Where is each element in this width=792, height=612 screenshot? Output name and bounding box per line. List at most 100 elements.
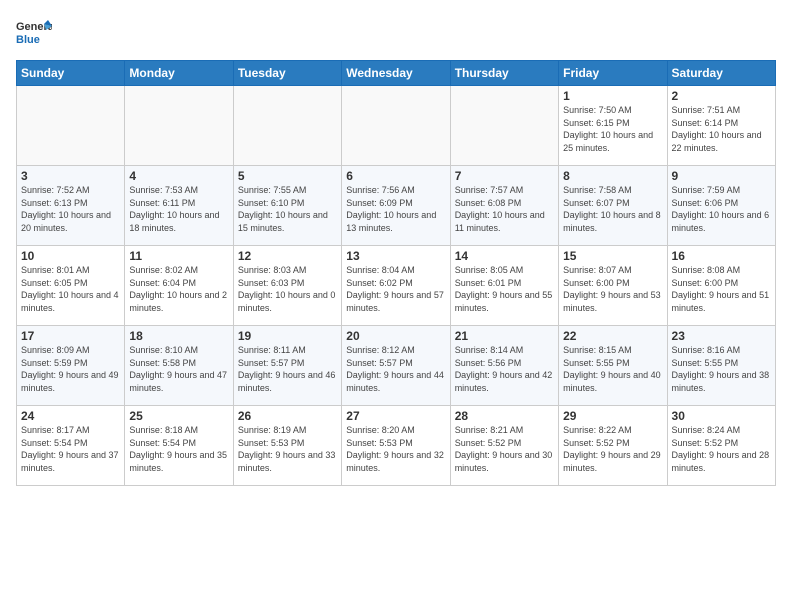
day-info: Sunrise: 8:08 AMSunset: 6:00 PMDaylight:… <box>672 264 771 314</box>
calendar-week-2: 3Sunrise: 7:52 AMSunset: 6:13 PMDaylight… <box>17 166 776 246</box>
calendar-day-cell: 1Sunrise: 7:50 AMSunset: 6:15 PMDaylight… <box>559 86 667 166</box>
calendar-day-cell: 18Sunrise: 8:10 AMSunset: 5:58 PMDayligh… <box>125 326 233 406</box>
day-info: Sunrise: 8:24 AMSunset: 5:52 PMDaylight:… <box>672 424 771 474</box>
calendar-week-3: 10Sunrise: 8:01 AMSunset: 6:05 PMDayligh… <box>17 246 776 326</box>
day-info: Sunrise: 8:20 AMSunset: 5:53 PMDaylight:… <box>346 424 445 474</box>
calendar-day-cell <box>125 86 233 166</box>
day-info: Sunrise: 8:11 AMSunset: 5:57 PMDaylight:… <box>238 344 337 394</box>
calendar-day-cell: 19Sunrise: 8:11 AMSunset: 5:57 PMDayligh… <box>233 326 341 406</box>
calendar-day-cell: 12Sunrise: 8:03 AMSunset: 6:03 PMDayligh… <box>233 246 341 326</box>
day-number: 4 <box>129 169 228 183</box>
day-number: 8 <box>563 169 662 183</box>
calendar-day-cell: 17Sunrise: 8:09 AMSunset: 5:59 PMDayligh… <box>17 326 125 406</box>
calendar-day-cell: 21Sunrise: 8:14 AMSunset: 5:56 PMDayligh… <box>450 326 558 406</box>
day-info: Sunrise: 7:53 AMSunset: 6:11 PMDaylight:… <box>129 184 228 234</box>
calendar-week-4: 17Sunrise: 8:09 AMSunset: 5:59 PMDayligh… <box>17 326 776 406</box>
day-info: Sunrise: 7:55 AMSunset: 6:10 PMDaylight:… <box>238 184 337 234</box>
day-info: Sunrise: 7:51 AMSunset: 6:14 PMDaylight:… <box>672 104 771 154</box>
calendar-day-cell <box>17 86 125 166</box>
calendar-day-cell: 8Sunrise: 7:58 AMSunset: 6:07 PMDaylight… <box>559 166 667 246</box>
day-number: 5 <box>238 169 337 183</box>
calendar-week-1: 1Sunrise: 7:50 AMSunset: 6:15 PMDaylight… <box>17 86 776 166</box>
weekday-header-sunday: Sunday <box>17 61 125 86</box>
day-info: Sunrise: 8:18 AMSunset: 5:54 PMDaylight:… <box>129 424 228 474</box>
day-info: Sunrise: 8:12 AMSunset: 5:57 PMDaylight:… <box>346 344 445 394</box>
day-number: 2 <box>672 89 771 103</box>
weekday-header-thursday: Thursday <box>450 61 558 86</box>
calendar-day-cell: 23Sunrise: 8:16 AMSunset: 5:55 PMDayligh… <box>667 326 775 406</box>
calendar-day-cell <box>233 86 341 166</box>
day-number: 20 <box>346 329 445 343</box>
day-info: Sunrise: 8:07 AMSunset: 6:00 PMDaylight:… <box>563 264 662 314</box>
calendar-day-cell <box>450 86 558 166</box>
calendar-day-cell: 27Sunrise: 8:20 AMSunset: 5:53 PMDayligh… <box>342 406 450 486</box>
weekday-header-tuesday: Tuesday <box>233 61 341 86</box>
calendar-day-cell: 5Sunrise: 7:55 AMSunset: 6:10 PMDaylight… <box>233 166 341 246</box>
calendar-day-cell: 16Sunrise: 8:08 AMSunset: 6:00 PMDayligh… <box>667 246 775 326</box>
day-number: 1 <box>563 89 662 103</box>
calendar-day-cell: 15Sunrise: 8:07 AMSunset: 6:00 PMDayligh… <box>559 246 667 326</box>
calendar-day-cell: 4Sunrise: 7:53 AMSunset: 6:11 PMDaylight… <box>125 166 233 246</box>
day-number: 15 <box>563 249 662 263</box>
day-number: 14 <box>455 249 554 263</box>
day-info: Sunrise: 8:09 AMSunset: 5:59 PMDaylight:… <box>21 344 120 394</box>
day-number: 3 <box>21 169 120 183</box>
day-info: Sunrise: 8:04 AMSunset: 6:02 PMDaylight:… <box>346 264 445 314</box>
day-info: Sunrise: 8:19 AMSunset: 5:53 PMDaylight:… <box>238 424 337 474</box>
day-info: Sunrise: 7:59 AMSunset: 6:06 PMDaylight:… <box>672 184 771 234</box>
day-info: Sunrise: 8:03 AMSunset: 6:03 PMDaylight:… <box>238 264 337 314</box>
day-number: 26 <box>238 409 337 423</box>
day-number: 16 <box>672 249 771 263</box>
calendar-day-cell: 28Sunrise: 8:21 AMSunset: 5:52 PMDayligh… <box>450 406 558 486</box>
day-number: 23 <box>672 329 771 343</box>
day-info: Sunrise: 7:50 AMSunset: 6:15 PMDaylight:… <box>563 104 662 154</box>
day-number: 19 <box>238 329 337 343</box>
calendar-day-cell: 11Sunrise: 8:02 AMSunset: 6:04 PMDayligh… <box>125 246 233 326</box>
calendar-day-cell: 30Sunrise: 8:24 AMSunset: 5:52 PMDayligh… <box>667 406 775 486</box>
page-header: General Blue <box>16 16 776 52</box>
logo: General Blue <box>16 16 52 52</box>
day-info: Sunrise: 7:58 AMSunset: 6:07 PMDaylight:… <box>563 184 662 234</box>
calendar-day-cell: 24Sunrise: 8:17 AMSunset: 5:54 PMDayligh… <box>17 406 125 486</box>
day-info: Sunrise: 7:52 AMSunset: 6:13 PMDaylight:… <box>21 184 120 234</box>
day-info: Sunrise: 8:22 AMSunset: 5:52 PMDaylight:… <box>563 424 662 474</box>
day-info: Sunrise: 7:56 AMSunset: 6:09 PMDaylight:… <box>346 184 445 234</box>
day-info: Sunrise: 8:16 AMSunset: 5:55 PMDaylight:… <box>672 344 771 394</box>
calendar-day-cell: 22Sunrise: 8:15 AMSunset: 5:55 PMDayligh… <box>559 326 667 406</box>
calendar-day-cell: 3Sunrise: 7:52 AMSunset: 6:13 PMDaylight… <box>17 166 125 246</box>
calendar-week-5: 24Sunrise: 8:17 AMSunset: 5:54 PMDayligh… <box>17 406 776 486</box>
day-number: 6 <box>346 169 445 183</box>
calendar-day-cell: 25Sunrise: 8:18 AMSunset: 5:54 PMDayligh… <box>125 406 233 486</box>
day-number: 12 <box>238 249 337 263</box>
weekday-header-monday: Monday <box>125 61 233 86</box>
day-info: Sunrise: 7:57 AMSunset: 6:08 PMDaylight:… <box>455 184 554 234</box>
calendar-day-cell: 10Sunrise: 8:01 AMSunset: 6:05 PMDayligh… <box>17 246 125 326</box>
day-number: 28 <box>455 409 554 423</box>
calendar-day-cell: 20Sunrise: 8:12 AMSunset: 5:57 PMDayligh… <box>342 326 450 406</box>
day-number: 30 <box>672 409 771 423</box>
calendar-day-cell: 14Sunrise: 8:05 AMSunset: 6:01 PMDayligh… <box>450 246 558 326</box>
calendar-day-cell: 6Sunrise: 7:56 AMSunset: 6:09 PMDaylight… <box>342 166 450 246</box>
day-info: Sunrise: 8:10 AMSunset: 5:58 PMDaylight:… <box>129 344 228 394</box>
svg-text:Blue: Blue <box>16 34 40 46</box>
day-number: 24 <box>21 409 120 423</box>
day-info: Sunrise: 8:21 AMSunset: 5:52 PMDaylight:… <box>455 424 554 474</box>
day-number: 21 <box>455 329 554 343</box>
day-info: Sunrise: 8:02 AMSunset: 6:04 PMDaylight:… <box>129 264 228 314</box>
day-number: 29 <box>563 409 662 423</box>
weekday-header-row: SundayMondayTuesdayWednesdayThursdayFrid… <box>17 61 776 86</box>
calendar-day-cell: 29Sunrise: 8:22 AMSunset: 5:52 PMDayligh… <box>559 406 667 486</box>
day-info: Sunrise: 8:14 AMSunset: 5:56 PMDaylight:… <box>455 344 554 394</box>
calendar-day-cell: 7Sunrise: 7:57 AMSunset: 6:08 PMDaylight… <box>450 166 558 246</box>
calendar-day-cell: 26Sunrise: 8:19 AMSunset: 5:53 PMDayligh… <box>233 406 341 486</box>
weekday-header-saturday: Saturday <box>667 61 775 86</box>
day-number: 10 <box>21 249 120 263</box>
weekday-header-friday: Friday <box>559 61 667 86</box>
day-number: 22 <box>563 329 662 343</box>
calendar-day-cell <box>342 86 450 166</box>
calendar-day-cell: 9Sunrise: 7:59 AMSunset: 6:06 PMDaylight… <box>667 166 775 246</box>
day-number: 9 <box>672 169 771 183</box>
calendar-table: SundayMondayTuesdayWednesdayThursdayFrid… <box>16 60 776 486</box>
day-info: Sunrise: 8:01 AMSunset: 6:05 PMDaylight:… <box>21 264 120 314</box>
day-number: 11 <box>129 249 228 263</box>
